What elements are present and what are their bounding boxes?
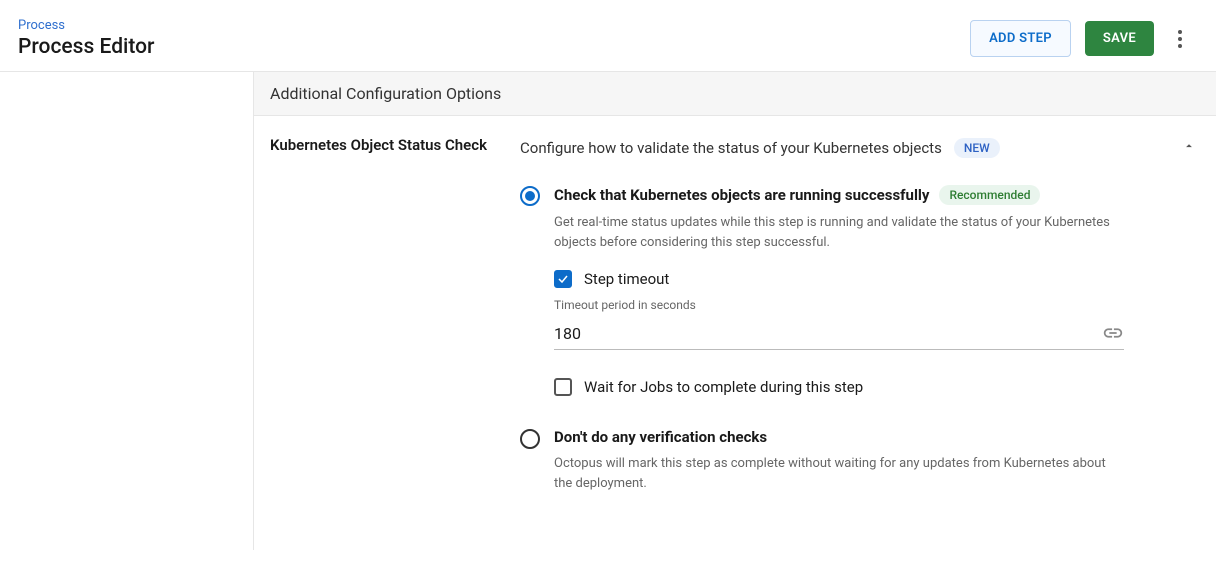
radio-no-verify[interactable] <box>520 429 540 449</box>
chevron-up-icon <box>1182 139 1196 153</box>
radio-icon <box>520 429 540 449</box>
recommended-badge: Recommended <box>939 185 1040 205</box>
wait-jobs-checkbox[interactable] <box>554 378 572 396</box>
radio-check-running[interactable] <box>520 186 540 206</box>
radio-icon <box>520 186 540 206</box>
timeout-input[interactable] <box>554 320 1092 349</box>
add-step-button[interactable]: ADD STEP <box>970 20 1071 57</box>
step-timeout-checkbox[interactable] <box>554 270 572 288</box>
main-content: Additional Configuration Options Kuberne… <box>0 72 1216 550</box>
option-check-running-title: Check that Kubernetes objects are runnin… <box>554 186 929 204</box>
config-item-label: Kubernetes Object Status Check <box>270 134 520 154</box>
timeout-hint: Timeout period in seconds <box>554 298 1124 312</box>
page-title: Process Editor <box>18 35 154 59</box>
option-check-running-help: Get real-time status updates while this … <box>554 213 1114 252</box>
side-gutter <box>0 72 254 550</box>
check-icon <box>557 273 569 285</box>
step-timeout-label: Step timeout <box>584 270 669 288</box>
option-no-verify: Don't do any verification checks Octopus… <box>520 428 1200 493</box>
page-header: Process Process Editor ADD STEP SAVE <box>0 0 1216 72</box>
option-no-verify-title: Don't do any verification checks <box>554 428 767 446</box>
bind-variable-button[interactable] <box>1102 322 1124 348</box>
option-check-running: Check that Kubernetes objects are runnin… <box>520 185 1200 396</box>
section-header: Additional Configuration Options <box>254 72 1216 116</box>
wait-jobs-label: Wait for Jobs to complete during this st… <box>584 378 863 396</box>
collapse-toggle[interactable] <box>1178 134 1200 161</box>
option-no-verify-help: Octopus will mark this step as complete … <box>554 454 1114 493</box>
save-button[interactable]: SAVE <box>1085 21 1154 56</box>
more-vertical-icon <box>1178 30 1182 48</box>
breadcrumb[interactable]: Process <box>18 18 154 33</box>
new-badge: NEW <box>954 138 1000 158</box>
overflow-menu-button[interactable] <box>1168 27 1192 51</box>
link-icon <box>1102 322 1124 344</box>
config-item-description: Configure how to validate the status of … <box>520 139 942 157</box>
